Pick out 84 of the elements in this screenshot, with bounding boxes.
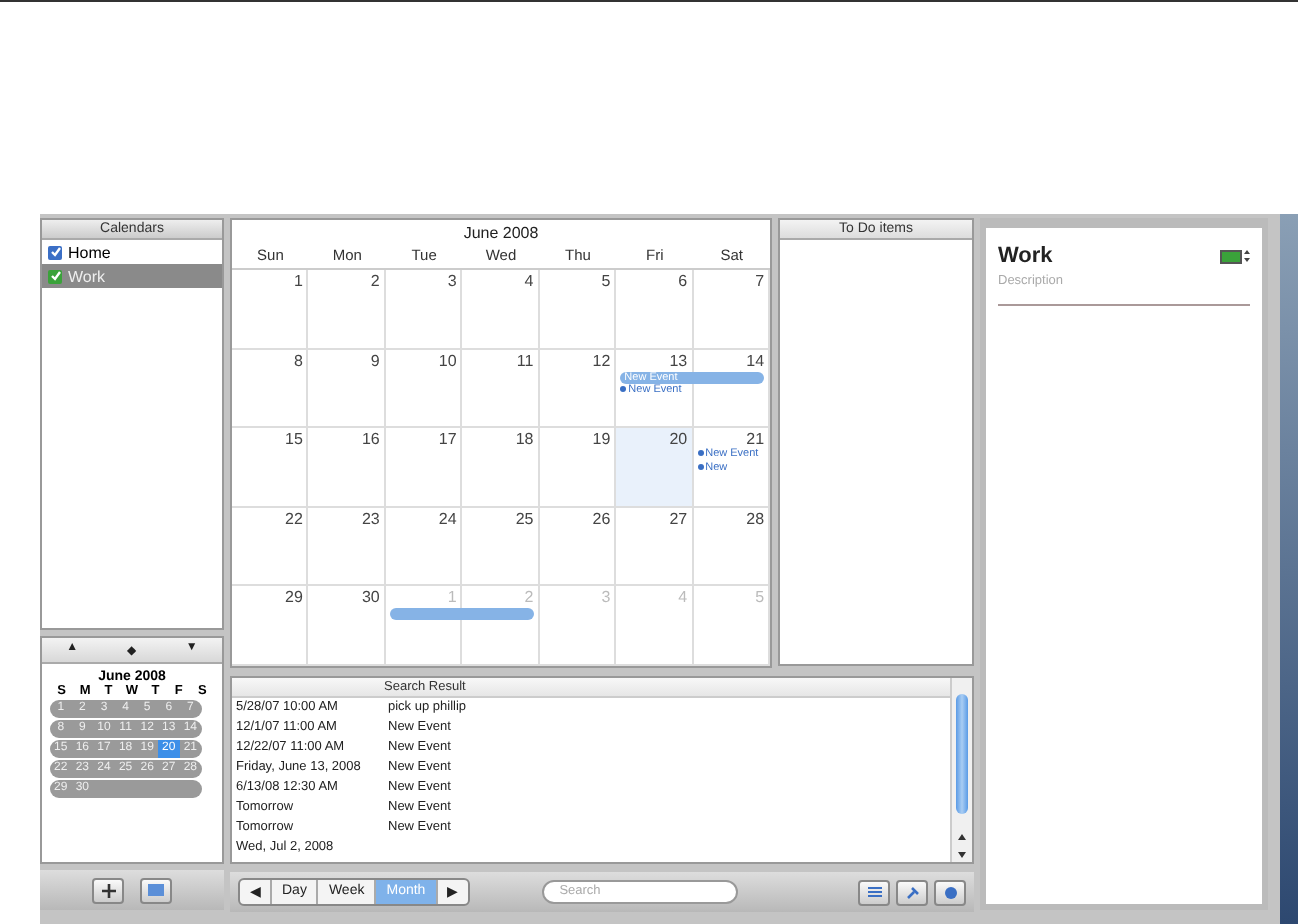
day-number: 10 bbox=[436, 349, 459, 370]
day-number: 3 bbox=[599, 586, 613, 607]
day-cell[interactable]: 7 bbox=[693, 270, 771, 350]
bullet-icon bbox=[697, 450, 704, 457]
pin-icon bbox=[905, 885, 919, 899]
day-cell[interactable]: 12 bbox=[539, 349, 617, 429]
day-number: 7 bbox=[753, 270, 767, 290]
month-title: June 2008 bbox=[461, 222, 541, 246]
day-cell[interactable]: 11 bbox=[462, 349, 540, 429]
day-cell[interactable]: 3 bbox=[385, 270, 463, 350]
day-number: 27 bbox=[667, 507, 690, 528]
day-number: 4 bbox=[522, 270, 536, 290]
day-number: 22 bbox=[283, 507, 305, 528]
day-cell[interactable]: 22 bbox=[232, 507, 309, 587]
day-number: 24 bbox=[436, 507, 459, 528]
day-cell[interactable]: 17 bbox=[385, 428, 463, 508]
day-cell[interactable]: 24 bbox=[385, 507, 463, 587]
day-cell[interactable]: 18 bbox=[462, 428, 540, 508]
day-cell[interactable]: 29 bbox=[232, 586, 309, 666]
day-cell[interactable]: 10 bbox=[385, 349, 463, 429]
day-cell[interactable]: 4 bbox=[462, 270, 540, 350]
day-number: 2 bbox=[522, 586, 536, 607]
day-number: 8 bbox=[291, 349, 305, 370]
color-picker[interactable] bbox=[1220, 249, 1250, 263]
day-cell[interactable]: 14 bbox=[693, 349, 771, 429]
day-number: 14 bbox=[744, 349, 767, 370]
day-number: 17 bbox=[436, 428, 459, 449]
day-number: 13 bbox=[667, 349, 690, 370]
info-icon bbox=[943, 885, 957, 899]
day-cell[interactable]: 8 bbox=[232, 349, 309, 429]
day-number: 19 bbox=[590, 428, 613, 449]
day-number: 5 bbox=[599, 270, 613, 290]
day-cell[interactable]: 20 bbox=[616, 428, 694, 508]
scrollbar[interactable] bbox=[950, 678, 972, 862]
checkbox[interactable] bbox=[48, 269, 62, 283]
info-button[interactable] bbox=[934, 879, 966, 905]
day-cell[interactable]: 9 bbox=[308, 349, 386, 429]
day-number: 4 bbox=[676, 586, 690, 607]
day-number: 20 bbox=[667, 428, 690, 449]
day-number: 2 bbox=[368, 270, 382, 290]
calendar-title[interactable]: Work bbox=[998, 244, 1053, 268]
day-number: 26 bbox=[590, 507, 613, 528]
scroll-arrows-icon[interactable] bbox=[956, 832, 968, 860]
day-number: 30 bbox=[359, 586, 382, 607]
day-number: 16 bbox=[359, 428, 382, 449]
day-number: 1 bbox=[291, 270, 305, 290]
day-cell[interactable]: 25 bbox=[462, 507, 540, 587]
day-cell[interactable]: 16 bbox=[308, 428, 386, 508]
day-number: 9 bbox=[368, 349, 382, 370]
calendar-button[interactable] bbox=[140, 877, 172, 903]
bullet-icon bbox=[620, 385, 627, 392]
day-number: 25 bbox=[513, 507, 536, 528]
day-number: 3 bbox=[445, 270, 459, 290]
day-cell[interactable]: 27 bbox=[616, 507, 694, 587]
day-cell[interactable]: 26 bbox=[539, 507, 617, 587]
day-cell[interactable]: 28 bbox=[693, 507, 771, 587]
day-number: 5 bbox=[753, 586, 767, 607]
list-icon bbox=[867, 886, 881, 898]
bullet-icon bbox=[697, 463, 704, 470]
plus-icon bbox=[101, 883, 115, 897]
day-cell[interactable]: 15 bbox=[232, 428, 309, 508]
day-number: 23 bbox=[359, 507, 382, 528]
day-number: 15 bbox=[283, 428, 305, 449]
square-icon bbox=[148, 884, 164, 896]
day-cell[interactable]: 1 bbox=[232, 270, 309, 350]
checkbox[interactable] bbox=[48, 245, 62, 259]
pin-button[interactable] bbox=[896, 879, 928, 905]
calendar-item[interactable]: Work bbox=[42, 264, 222, 288]
day-number: 11 bbox=[514, 349, 536, 370]
add-button[interactable] bbox=[92, 877, 124, 903]
day-cell[interactable]: 23 bbox=[308, 507, 386, 587]
day-number: 12 bbox=[590, 349, 613, 370]
list-button[interactable] bbox=[858, 879, 890, 905]
day-number: 1 bbox=[445, 586, 459, 607]
day-number: 18 bbox=[513, 428, 536, 449]
day-number: 29 bbox=[283, 586, 305, 607]
day-cell[interactable]: 30 bbox=[308, 586, 386, 666]
day-cell[interactable]: 5 bbox=[539, 270, 617, 350]
day-cell[interactable]: 2 bbox=[308, 270, 386, 350]
calendar-item[interactable]: Home bbox=[42, 240, 222, 264]
day-number: 6 bbox=[676, 270, 690, 290]
day-number: 21 bbox=[746, 428, 767, 449]
day-cell[interactable]: 6 bbox=[616, 270, 694, 350]
day-number: 28 bbox=[744, 507, 767, 528]
